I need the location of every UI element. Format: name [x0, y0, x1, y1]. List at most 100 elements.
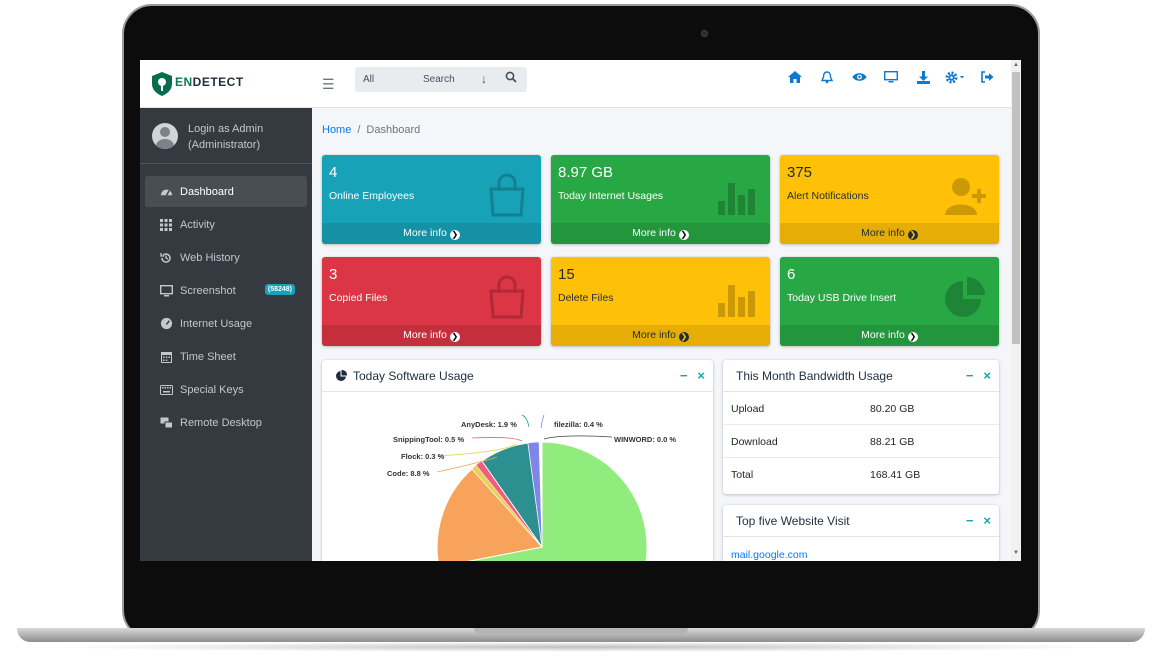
scroll-thumb[interactable] — [1012, 72, 1020, 344]
user-login-text: Login as Admin (Administrator) — [188, 123, 264, 151]
row-key: Total — [731, 469, 754, 481]
brand-name: ENDETECT — [175, 75, 244, 89]
sort-down-icon[interactable]: ↓ — [481, 72, 487, 86]
download-icon[interactable] — [911, 68, 935, 86]
close-icon[interactable]: × — [983, 368, 991, 383]
leader-snippingtool — [471, 437, 523, 442]
card-tools: − × — [670, 368, 705, 383]
sidebar-item-label: Remote Desktop — [180, 416, 262, 429]
arrow-circle-right-icon: ❯ — [907, 332, 918, 342]
pie-chart-icon — [336, 370, 347, 381]
box-label: Today USB Drive Insert — [787, 292, 897, 304]
scroll-up-arrow[interactable]: ▲ — [1013, 62, 1019, 68]
more-info-label: More info — [403, 227, 447, 239]
online-employees-box: 4 Online Employees More info ❯ — [322, 155, 541, 244]
pie-label-anydesk: AnyDesk: 1.9 % — [461, 420, 517, 429]
grid-icon — [159, 218, 173, 232]
sidebar-item-dashboard[interactable]: Dashboard — [145, 176, 307, 207]
sidebar-item-label: Time Sheet — [180, 350, 236, 363]
gear-icon[interactable] — [943, 68, 967, 86]
gauge-icon — [159, 317, 173, 331]
calendar-icon — [159, 350, 173, 364]
bandwidth-usage-card: This Month Bandwidth Usage − × Upload 80.… — [723, 360, 999, 494]
copied-files-box: 3 Copied Files More info ❯ — [322, 257, 541, 346]
sidebar: ENDETECT Login as Admin (Administrator) … — [140, 60, 312, 561]
keyboard-icon — [159, 383, 173, 397]
more-info-label: More info — [861, 227, 905, 239]
search-icon[interactable] — [505, 71, 517, 86]
more-info-link[interactable]: More info ❯ — [551, 325, 770, 346]
search-bar: All Search ↓ — [355, 67, 527, 92]
search-scope-select[interactable]: All — [363, 74, 374, 85]
box-label: Alert Notifications — [787, 190, 869, 202]
avatar — [152, 123, 178, 149]
home-icon[interactable] — [783, 68, 807, 86]
close-icon[interactable]: × — [983, 513, 991, 528]
breadcrumb: Home / Dashboard — [322, 124, 420, 136]
card-title: This Month Bandwidth Usage — [736, 369, 893, 383]
sidebar-item-special-keys[interactable]: Special Keys — [145, 374, 307, 405]
more-info-link[interactable]: More info ❯ — [322, 223, 541, 244]
close-icon[interactable]: × — [697, 368, 705, 383]
brand-name-rest: DETECT — [192, 75, 244, 89]
box-label: Today Internet Usages — [558, 190, 664, 202]
website-link[interactable]: mail.google.com — [731, 549, 807, 561]
breadcrumb-home-link[interactable]: Home — [322, 124, 351, 136]
pie-label-flock: Flock: 0.3 % — [401, 452, 445, 461]
row-key: Download — [731, 436, 778, 448]
shopping-bag-icon — [489, 173, 525, 217]
pie-label-snippingtool: SnippingTool: 0.5 % — [393, 435, 464, 444]
app-screen: ENDETECT Login as Admin (Administrator) … — [140, 60, 1021, 561]
sidebar-item-web-history[interactable]: Web History — [145, 242, 307, 273]
bell-icon[interactable] — [815, 68, 839, 86]
page-scrollbar[interactable]: ▲ ▼ — [1011, 60, 1021, 561]
dashboard-icon — [159, 185, 173, 199]
menu-toggle-icon[interactable]: ☰ — [322, 76, 335, 93]
card-header: This Month Bandwidth Usage − × — [723, 360, 999, 392]
laptop-notch — [474, 628, 688, 635]
card-header: Today Software Usage − × — [322, 360, 713, 392]
sidebar-item-label: Dashboard — [180, 185, 234, 198]
eye-icon[interactable] — [847, 68, 871, 86]
sidebar-item-label: Screenshot — [180, 284, 236, 297]
box-value: 4 — [329, 164, 338, 181]
more-info-link[interactable]: More info ❯ — [780, 325, 999, 346]
pie-label-winword: WINWORD: 0.0 % — [614, 435, 676, 444]
arrow-circle-right-icon: ❯ — [449, 230, 460, 240]
brand[interactable]: ENDETECT — [140, 60, 312, 108]
sidebar-item-activity[interactable]: Activity — [145, 209, 307, 240]
more-info-label: More info — [632, 329, 676, 341]
scroll-down-arrow[interactable]: ▼ — [1013, 550, 1019, 556]
box-value: 375 — [787, 164, 813, 181]
sidebar-item-remote-desktop[interactable]: Remote Desktop — [145, 407, 307, 438]
arrow-circle-right-icon: ❯ — [678, 230, 689, 240]
collapse-icon[interactable]: − — [680, 368, 688, 383]
sidebar-item-label: Special Keys — [180, 383, 244, 396]
sidebar-item-internet-usage[interactable]: Internet Usage — [145, 308, 307, 339]
search-input[interactable]: Search — [423, 74, 455, 85]
sign-out-icon[interactable] — [975, 68, 999, 86]
more-info-label: More info — [403, 329, 447, 341]
collapse-icon[interactable]: − — [966, 368, 974, 383]
more-info-link[interactable]: More info ❯ — [551, 223, 770, 244]
sidebar-item-time-sheet[interactable]: Time Sheet — [145, 341, 307, 372]
more-info-link[interactable]: More info ❯ — [322, 325, 541, 346]
usb-drive-insert-box: 6 Today USB Drive Insert More info ❯ — [780, 257, 999, 346]
screenshot-count-badge: (58248) — [264, 284, 295, 295]
sidebar-item-screenshot[interactable]: Screenshot (58248) — [145, 275, 307, 306]
remote-icon — [159, 416, 173, 430]
internet-usage-box: 8.97 GB Today Internet Usages More info ❯ — [551, 155, 770, 244]
more-info-link[interactable]: More info ❯ — [780, 223, 999, 244]
software-usage-card: Today Software Usage − × AnyDesk: 1.9 % … — [322, 360, 713, 561]
collapse-icon[interactable]: − — [966, 513, 974, 528]
sidebar-item-label: Web History — [180, 251, 240, 264]
box-label: Online Employees — [329, 190, 415, 202]
monitor-icon — [159, 284, 173, 298]
box-value: 15 — [558, 266, 575, 283]
bandwidth-row-total: Total 168.41 GB — [723, 458, 999, 491]
desktop-icon[interactable] — [879, 68, 903, 86]
user-panel[interactable]: Login as Admin (Administrator) — [140, 108, 312, 164]
arrow-circle-right-icon: ❯ — [678, 332, 689, 342]
bandwidth-row-download: Download 88.21 GB — [723, 425, 999, 458]
card-tools: − × — [956, 513, 991, 528]
